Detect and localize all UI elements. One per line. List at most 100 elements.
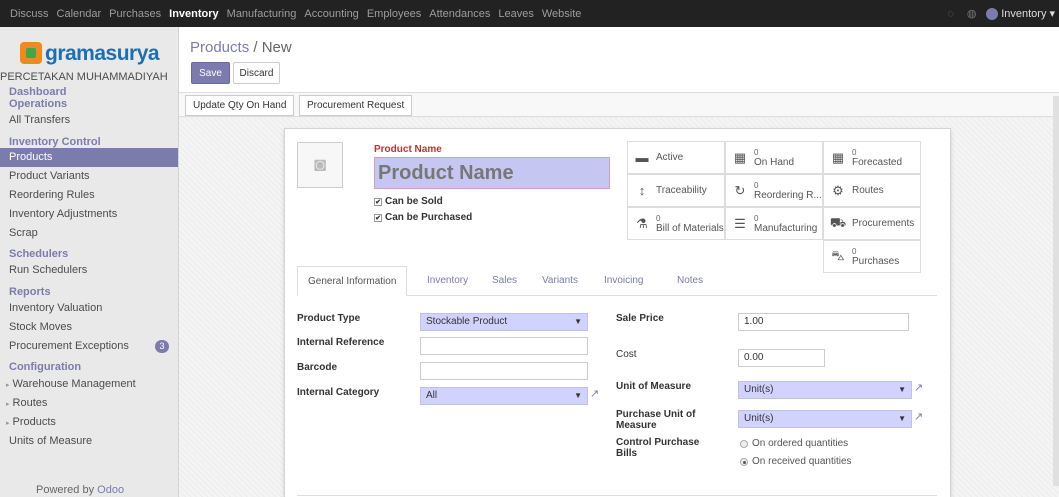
scrollbar[interactable] (1053, 96, 1059, 486)
smart-button-reordering-r[interactable]: ↻ 0 Reordering R... (725, 174, 823, 207)
smart-button-label: Bill of Materials (656, 222, 724, 234)
barcode-input[interactable] (420, 362, 588, 380)
smart-button-traceability[interactable]: ↕ Traceability (627, 174, 725, 207)
app-menu-purchases[interactable]: Purchases (105, 8, 165, 20)
smart-button-procurements[interactable]: ⛟ Procurements (823, 207, 921, 240)
radio-icon (740, 439, 748, 448)
sidebar-item-run-schedulers[interactable]: Run Schedulers (0, 261, 178, 280)
smart-button-manufacturing[interactable]: ☰ 0 Manufacturing (725, 207, 823, 240)
smart-button-bill-of-materials[interactable]: ⚗ 0 Bill of Materials (627, 207, 725, 240)
smart-button-text: 0 On Hand (754, 148, 794, 168)
app-menu-calendar[interactable]: Calendar (53, 8, 106, 20)
can-be-sold-checkbox[interactable]: ✔ Can be Sold (374, 196, 443, 207)
radio-received[interactable]: On received quantities (740, 456, 852, 467)
user-name: Inventory (1001, 7, 1047, 20)
breadcrumb: Products / New (190, 39, 292, 56)
forecasted-icon: ▦ (831, 149, 845, 165)
app-menu-leaves[interactable]: Leaves (494, 8, 537, 20)
sidebar-section-schedulers[interactable]: Schedulers (0, 247, 68, 261)
update-qty-button[interactable]: Update Qty On Hand (185, 95, 295, 116)
app-menu-discuss[interactable]: Discuss (6, 8, 53, 20)
breadcrumb-products[interactable]: Products (190, 39, 249, 56)
tab-general-information[interactable]: General Information (297, 266, 408, 296)
procurement-request-button[interactable]: Procurement Request (299, 95, 413, 116)
smart-button-routes[interactable]: ⚙ Routes (823, 174, 921, 207)
radio-ordered-label: On ordered quantities (752, 438, 849, 449)
tab-notes[interactable]: Notes (667, 266, 713, 296)
can-be-sold-label: Can be Sold (385, 196, 443, 207)
uom-select[interactable]: Unit(s) ▼ (738, 381, 912, 399)
sidebar-item-stock-moves[interactable]: Stock Moves (0, 318, 178, 337)
discard-button[interactable]: Discard (233, 62, 280, 84)
external-link-icon[interactable]: ↗ (914, 381, 923, 394)
sidebar-item-inventory-valuation[interactable]: Inventory Valuation (0, 299, 178, 318)
sidebar-item-label: Scrap (9, 227, 38, 239)
purchase-uom-select[interactable]: Unit(s) ▼ (738, 410, 912, 428)
tab-inventory[interactable]: Inventory (417, 266, 478, 296)
smart-button-on-hand[interactable]: ▦ 0 On Hand (725, 141, 823, 174)
sidebar-section-inventory-control[interactable]: Inventory Control (0, 135, 101, 149)
can-be-purchased-checkbox[interactable]: ✔ Can be Purchased (374, 212, 472, 223)
app-menu-attendances[interactable]: Attendances (425, 8, 494, 20)
smart-button-text: Routes (852, 185, 884, 197)
flask-icon: ⚗ (636, 215, 648, 231)
sidebar-item-label: All Transfers (9, 114, 71, 126)
sale-price-input[interactable]: 1.00 (738, 313, 909, 331)
sidebar-item-reordering-rules[interactable]: Reordering Rules (0, 186, 178, 205)
company-logo[interactable]: gramasurya (0, 35, 178, 71)
app-menu-inventory[interactable]: Inventory (165, 8, 223, 20)
save-button[interactable]: Save (191, 62, 230, 84)
powered-by-link[interactable]: Odoo (97, 484, 124, 496)
logo-icon (20, 42, 42, 64)
product-type-select[interactable]: Stockable Product ▼ (420, 313, 588, 331)
sidebar-item-product-variants[interactable]: Product Variants (0, 167, 178, 186)
sidebar-item-label: Stock Moves (9, 321, 72, 333)
app-menu-employees[interactable]: Employees (363, 8, 425, 20)
radio-ordered[interactable]: On ordered quantities (740, 438, 848, 449)
product-name-input[interactable]: Product Name (374, 157, 610, 189)
radio-selected-icon (740, 457, 748, 466)
smart-button-forecasted[interactable]: ▦ 0 Forecasted (823, 141, 921, 174)
cost-input[interactable]: 0.00 (738, 349, 825, 367)
sidebar-section-label: Operations (9, 98, 68, 110)
tab-invoicing[interactable]: Invoicing (594, 266, 653, 296)
smart-button-active[interactable]: ▬ Active (627, 141, 725, 174)
caret-down-icon: ▼ (574, 317, 582, 326)
sidebar-item-products[interactable]: Products (0, 148, 178, 167)
app-menu-accounting[interactable]: Accounting (300, 8, 362, 20)
smart-button-label: Traceability (656, 184, 707, 196)
smart-button-label: Reordering R... (754, 189, 822, 201)
internal-reference-input[interactable] (420, 337, 588, 355)
product-image[interactable]: ◙ (297, 142, 343, 188)
smart-button-label: Purchases (852, 255, 900, 267)
sidebar-item-products[interactable]: ▸ Products (0, 413, 178, 432)
app-menu-manufacturing[interactable]: Manufacturing (223, 8, 301, 20)
sidebar-item-procurement-exceptions[interactable]: Procurement Exceptions 3 (0, 337, 178, 356)
caret-right-icon: ▸ (6, 420, 10, 427)
sidebar-item-label: Product Variants (9, 170, 90, 182)
sidebar-item-inventory-adjustments[interactable]: Inventory Adjustments (0, 205, 178, 224)
sidebar-section-operations[interactable]: Operations (0, 97, 67, 111)
tab-variants[interactable]: Variants (532, 266, 588, 296)
sidebar-section-reports[interactable]: Reports (0, 285, 51, 299)
sidebar-section-label: Reports (9, 286, 51, 298)
smart-button-text: 0 Reordering R... (754, 181, 822, 201)
external-link-icon[interactable]: ↗ (914, 410, 923, 423)
sidebar-item-all-transfers[interactable]: All Transfers (0, 111, 178, 130)
tab-sales[interactable]: Sales (482, 266, 527, 296)
cogs-icon: ⚙ (832, 182, 844, 198)
sidebar-item-scrap[interactable]: Scrap (0, 224, 178, 243)
external-link-icon[interactable]: ↗ (590, 387, 599, 400)
app-menu-website[interactable]: Website (538, 8, 586, 20)
sidebar-item-units-of-measure[interactable]: Units of Measure (0, 432, 178, 451)
sidebar-item-routes[interactable]: ▸ Routes (0, 394, 178, 413)
internal-category-select[interactable]: All ▼ (420, 387, 588, 405)
checkbox-checked-icon: ✔ (374, 213, 382, 222)
chat-icon[interactable]: ◌ (944, 7, 957, 20)
sidebar-section-configuration[interactable]: Configuration (0, 360, 81, 374)
sidebar-item-warehouse-management[interactable]: ▸ Warehouse Management (0, 375, 178, 394)
smart-button-text: 0 Forecasted (852, 148, 902, 168)
activity-icon[interactable]: ◍ (965, 7, 978, 20)
user-menu[interactable]: Inventory ▾ (986, 7, 1055, 20)
breadcrumb-separator: / (249, 39, 262, 56)
